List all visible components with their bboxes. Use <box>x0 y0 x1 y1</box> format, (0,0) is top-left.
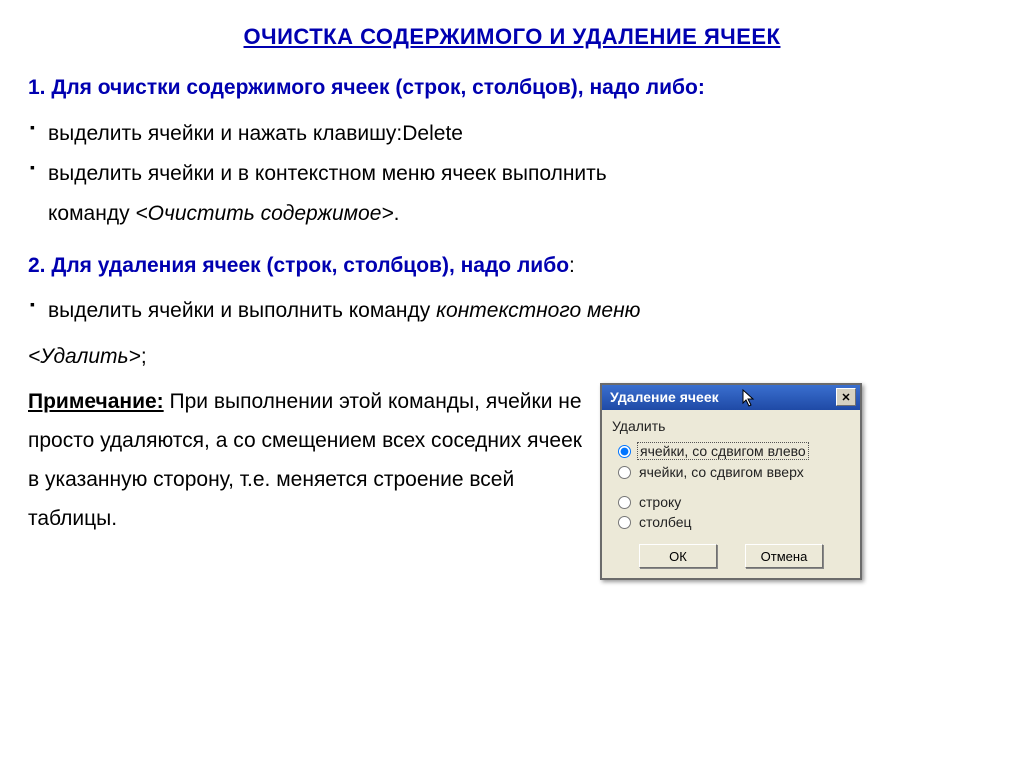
radio-shift-left[interactable] <box>618 445 631 458</box>
section-2-colon: : <box>569 254 575 277</box>
section-2-num: 2. <box>28 254 51 277</box>
radio-group-rowcol: строку столбец <box>612 492 850 532</box>
radio-label-column[interactable]: столбец <box>637 514 694 530</box>
delete-command-line: <Удалить>; <box>28 337 996 377</box>
note-block: Примечание: При выполнении этой команды,… <box>28 383 588 538</box>
radio-row[interactable] <box>618 496 631 509</box>
ok-button[interactable]: ОК <box>639 544 717 568</box>
bullet-text: выделить ячейки и нажать клавишу:Delete <box>48 122 463 145</box>
bullet-text-line2b: . <box>394 202 400 225</box>
dialog-title: Удаление ячеек <box>610 389 719 405</box>
command-delete: <Удалить> <box>28 345 141 368</box>
section-1-heading: 1. Для очистки содержимого ячеек (строк,… <box>28 68 996 108</box>
dialog-button-row: ОК Отмена <box>612 544 850 568</box>
bullet-text-a: выделить ячейки и выполнить команду <box>48 299 436 322</box>
radio-row-row[interactable]: строку <box>612 492 850 512</box>
radio-row-shift-left[interactable]: ячейки, со сдвигом влево <box>612 440 850 462</box>
bullet-text-line2a: команду <box>48 202 135 225</box>
page-title: ОЧИСТКА СОДЕРЖИМОГО И УДАЛЕНИЕ ЯЧЕЕК <box>28 24 996 50</box>
section-1-num: 1. <box>28 76 51 99</box>
dialog-titlebar[interactable]: Удаление ячеек ✕ <box>602 385 860 410</box>
note-label: Примечание: <box>28 390 164 413</box>
radio-label-shift-up[interactable]: ячейки, со сдвигом вверх <box>637 464 806 480</box>
close-button[interactable]: ✕ <box>836 388 856 406</box>
radio-label-row[interactable]: строку <box>637 494 683 510</box>
note-row: Примечание: При выполнении этой команды,… <box>28 383 996 580</box>
list-item: выделить ячейки и выполнить команду конт… <box>30 291 996 331</box>
radio-shift-up[interactable] <box>618 466 631 479</box>
command-clear-contents: <Очистить содержимое> <box>135 202 393 225</box>
section-2-list: выделить ячейки и выполнить команду конт… <box>28 291 996 331</box>
delete-cells-dialog: Удаление ячеек ✕ Удалить ячейки, со сдви… <box>600 383 862 580</box>
radio-label-shift-left[interactable]: ячейки, со сдвигом влево <box>637 442 809 460</box>
cancel-button[interactable]: Отмена <box>745 544 823 568</box>
list-item: выделить ячейки и нажать клавишу:Delete <box>30 114 996 154</box>
dialog-group-label: Удалить <box>612 418 850 434</box>
radio-row-shift-up[interactable]: ячейки, со сдвигом вверх <box>612 462 850 482</box>
section-1-lead: Для очистки содержимого ячеек (строк, ст… <box>51 76 705 99</box>
bullet-text-line1: выделить ячейки и в контекстном меню яче… <box>48 162 607 185</box>
close-icon: ✕ <box>841 391 850 404</box>
radio-group-shift: ячейки, со сдвигом влево ячейки, со сдви… <box>612 440 850 482</box>
list-item: выделить ячейки и в контекстном меню яче… <box>30 154 996 234</box>
context-menu-text: контекстного меню <box>436 299 640 322</box>
semicolon: ; <box>141 345 147 368</box>
dialog-body: Удалить ячейки, со сдвигом влево ячейки,… <box>602 410 860 578</box>
radio-row-column[interactable]: столбец <box>612 512 850 532</box>
radio-column[interactable] <box>618 516 631 529</box>
section-1-list: выделить ячейки и нажать клавишу:Delete … <box>28 114 996 234</box>
section-2-heading: 2. Для удаления ячеек (строк, столбцов),… <box>28 246 996 286</box>
mouse-cursor-icon <box>742 389 758 407</box>
section-2-lead: Для удаления ячеек (строк, столбцов), на… <box>51 254 569 277</box>
